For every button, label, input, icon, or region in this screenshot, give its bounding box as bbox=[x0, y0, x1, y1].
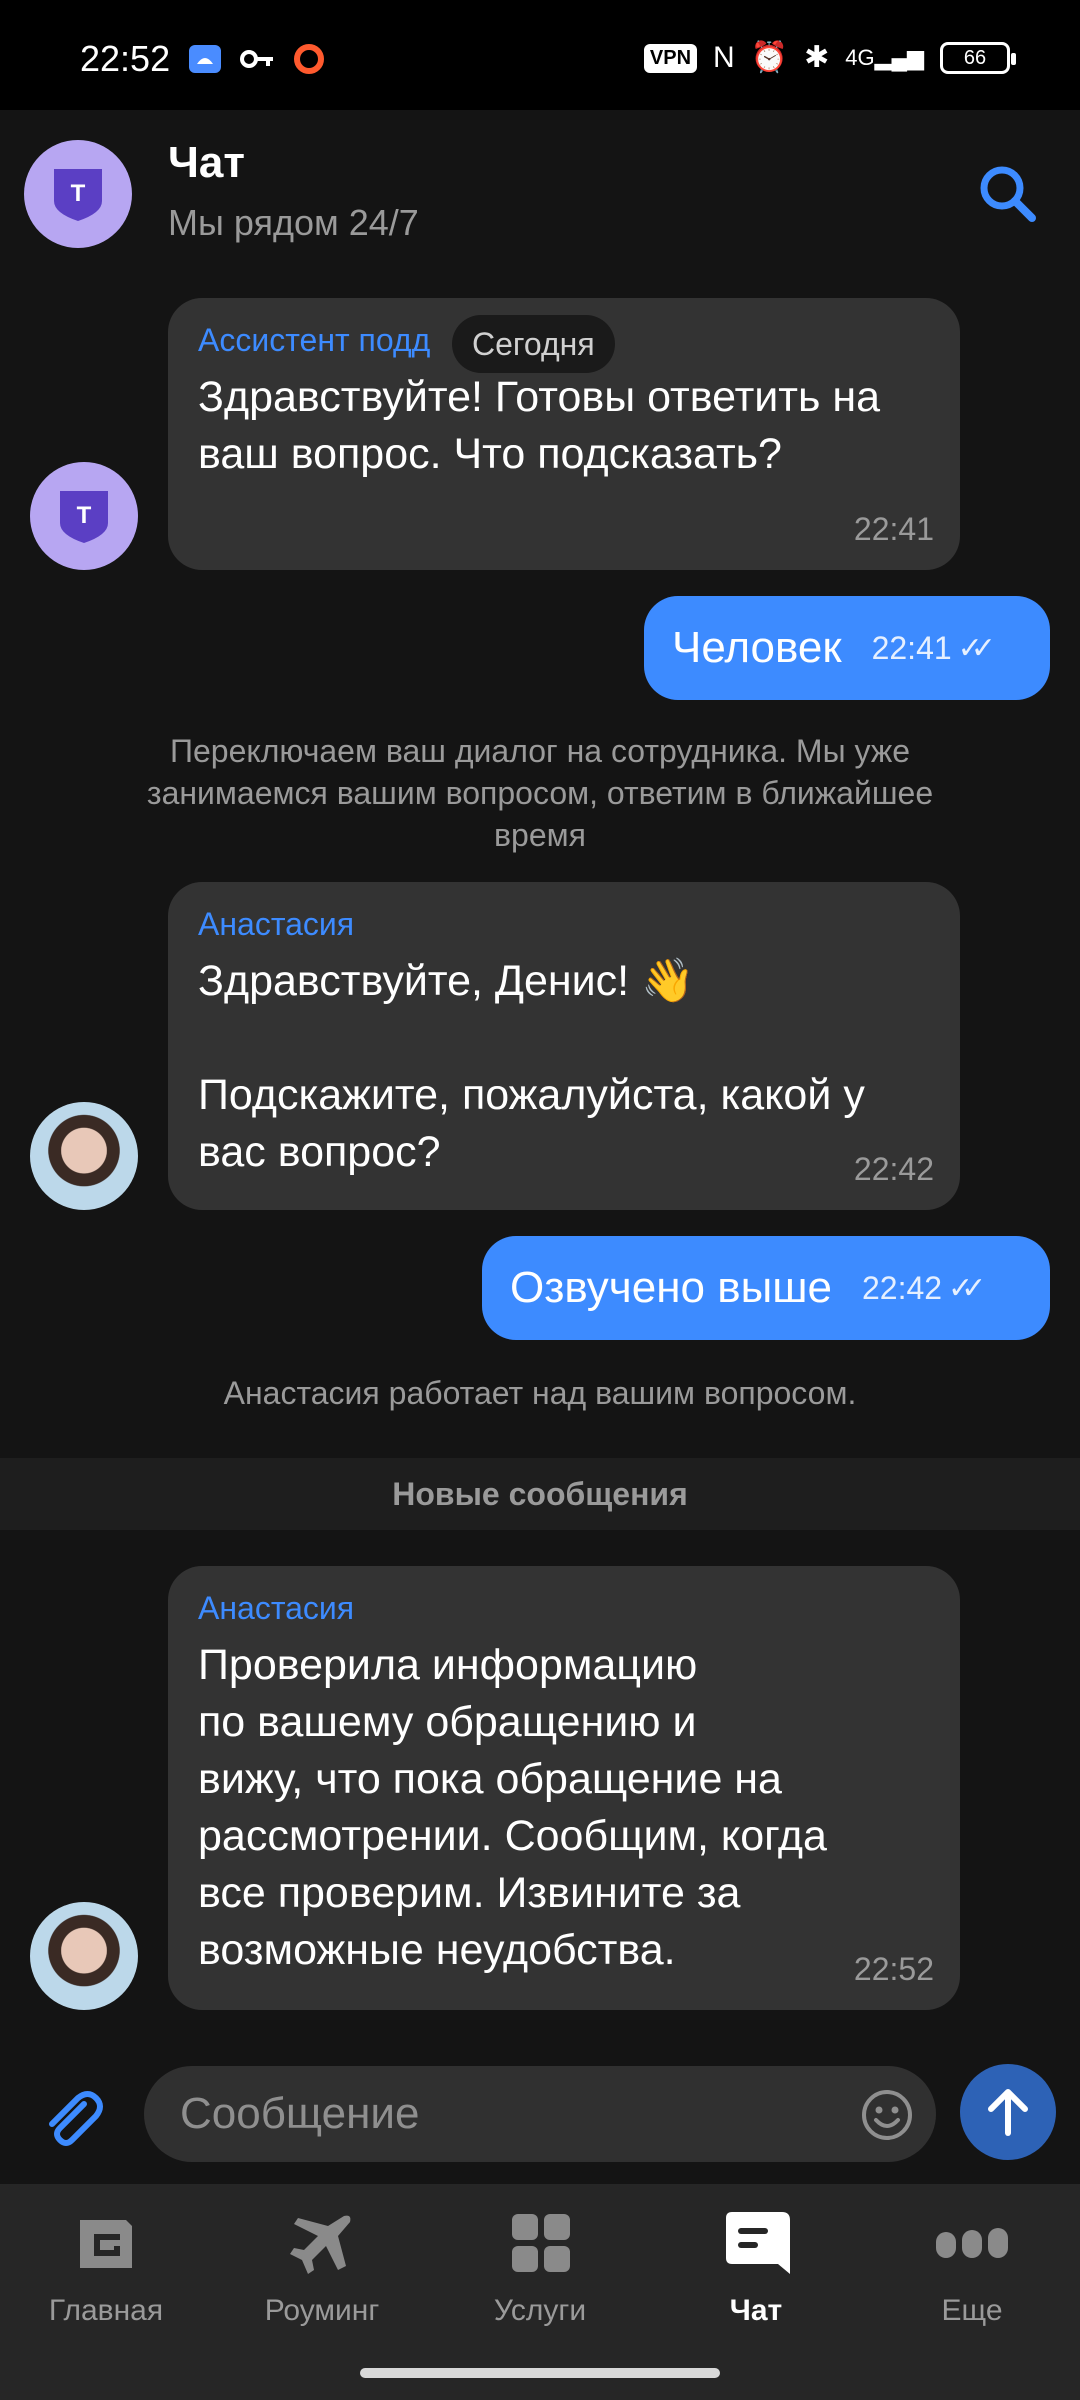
vpn-badge: VPN bbox=[643, 43, 698, 73]
nav-item-roaming[interactable]: Роуминг bbox=[222, 2210, 422, 2328]
page-subtitle: Мы рядом 24/7 bbox=[168, 202, 419, 243]
key-icon bbox=[240, 50, 273, 68]
message-bubble-outgoing[interactable]: Человек 22:41 ✓✓ bbox=[644, 596, 1050, 700]
alarm-icon: ⏰ bbox=[750, 41, 789, 74]
page-title: Чат bbox=[168, 138, 245, 187]
date-chip: Сегодня bbox=[452, 315, 615, 373]
arrow-up-icon bbox=[988, 2089, 1028, 2136]
message-time: 22:42 bbox=[861, 1269, 943, 1306]
message-sender: Анастасия bbox=[198, 906, 355, 942]
status-left-icons bbox=[188, 42, 326, 76]
nav-label: Чат bbox=[729, 2294, 783, 2327]
nav-label: Роуминг bbox=[264, 2294, 380, 2327]
paperclip-icon[interactable] bbox=[38, 2084, 106, 2152]
status-right-icons: VPN Ν ⏰ ✱ 4G▂▄▆ 66 bbox=[643, 41, 1016, 74]
nav-item-more[interactable]: Еще bbox=[872, 2210, 1072, 2328]
chat-icon bbox=[726, 2212, 790, 2274]
message-text: Здравствуйте, Денис! 👋 Подскажите, пожал… bbox=[198, 957, 865, 1176]
system-message: Анастасия работает над вашим вопросом. bbox=[223, 1375, 857, 1411]
message-input-wrapper bbox=[144, 2066, 936, 2162]
home-icon bbox=[80, 2220, 132, 2268]
android-icon bbox=[189, 45, 221, 73]
support-avatar: T bbox=[24, 140, 132, 248]
message-bubble-agent[interactable]: Анастасия Здравствуйте, Денис! 👋 Подскаж… bbox=[168, 882, 960, 1210]
more-icon bbox=[936, 2228, 1008, 2258]
nav-item-chat[interactable]: Чат bbox=[656, 2210, 856, 2328]
plane-icon bbox=[290, 2215, 351, 2274]
assistant-avatar: T bbox=[30, 462, 138, 570]
search-icon[interactable] bbox=[976, 162, 1040, 226]
message-time: 22:52 bbox=[853, 1951, 934, 1987]
system-message: Переключаем ваш диалог на сотрудника. Мы… bbox=[146, 733, 934, 853]
status-time: 22:52 bbox=[80, 38, 171, 79]
svg-text:T: T bbox=[71, 180, 86, 207]
shield-logo-icon: T bbox=[54, 169, 102, 221]
battery-icon: 66 bbox=[940, 42, 1016, 74]
message-text: Здравствуйте! Готовы ответить на ваш воп… bbox=[198, 373, 892, 478]
shield-logo-icon: T bbox=[60, 491, 108, 543]
new-messages-divider: Новые сообщения bbox=[0, 1458, 1080, 1530]
send-button[interactable] bbox=[960, 2064, 1056, 2160]
message-time: 22:42 bbox=[853, 1151, 934, 1187]
chat-header: T Чат Мы рядом 24/7 bbox=[0, 110, 1080, 280]
nav-label: Главная bbox=[48, 2294, 164, 2327]
agent-avatar bbox=[30, 1102, 138, 1210]
message-text: Человек bbox=[672, 623, 842, 672]
status-bar: 22:52 VPN Ν ⏰ ✱ 4G▂▄▆ 66 bbox=[0, 0, 1080, 110]
signal-icon: 4G▂▄▆ bbox=[845, 45, 924, 70]
home-indicator[interactable] bbox=[360, 2368, 720, 2378]
message-bubble-outgoing[interactable]: Озвучено выше 22:42 ✓✓ bbox=[482, 1236, 1050, 1340]
read-ticks-icon: ✓✓ bbox=[957, 631, 996, 665]
message-time: 22:41 bbox=[853, 511, 934, 547]
message-text: Озвучено выше bbox=[510, 1263, 832, 1312]
read-ticks-icon: ✓✓ bbox=[948, 1271, 986, 1305]
message-input[interactable] bbox=[180, 2066, 830, 2162]
bluetooth-icon: ✱ bbox=[804, 41, 830, 74]
nav-label: Услуги bbox=[493, 2294, 587, 2327]
svg-text:T: T bbox=[77, 502, 92, 529]
nav-item-services[interactable]: Услуги bbox=[440, 2210, 640, 2328]
message-time: 22:41 bbox=[871, 629, 952, 666]
nfc-icon: Ν bbox=[713, 41, 735, 74]
message-bubble-agent[interactable]: Анастасия Проверила информацию по вашему… bbox=[168, 1566, 960, 2010]
message-sender: Анастасия bbox=[198, 1590, 355, 1626]
emoji-icon[interactable] bbox=[860, 2088, 914, 2142]
nav-item-home[interactable]: Главная bbox=[6, 2210, 206, 2328]
ring-icon bbox=[294, 44, 324, 74]
grid-icon bbox=[512, 2214, 570, 2272]
message-composer bbox=[0, 2040, 1080, 2190]
nav-label: Еще bbox=[941, 2294, 1003, 2327]
agent-avatar bbox=[30, 1902, 138, 2010]
message-text: Проверила информацию по вашему обращению… bbox=[198, 1641, 827, 1974]
